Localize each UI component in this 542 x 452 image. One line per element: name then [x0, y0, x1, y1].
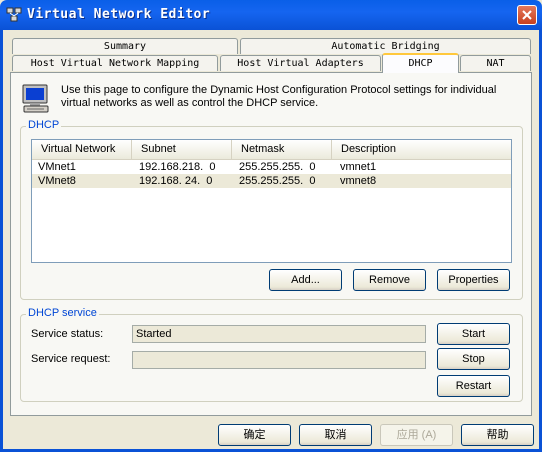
- tab-nat[interactable]: NAT: [460, 55, 531, 71]
- apply-button[interactable]: 应用 (A): [380, 424, 453, 446]
- tab-summary[interactable]: Summary: [12, 38, 238, 54]
- tab-label: Host Virtual Network Mapping: [30, 58, 200, 69]
- remove-button[interactable]: Remove: [353, 269, 426, 291]
- help-button[interactable]: 帮助: [461, 424, 534, 446]
- cell-subnet: 192.168.218. 0: [139, 161, 216, 173]
- info-text: Use this page to configure the Dynamic H…: [61, 84, 497, 109]
- tab-label: DHCP: [408, 58, 433, 69]
- window-title: Virtual Network Editor: [27, 7, 211, 22]
- column-virtual-network[interactable]: Virtual Network: [32, 140, 132, 159]
- cell-netmask: 255.255.255. 0: [239, 161, 316, 173]
- tab-automatic-bridging[interactable]: Automatic Bridging: [240, 38, 531, 54]
- service-status-field: Started: [132, 325, 426, 343]
- dhcp-group-label: DHCP: [26, 119, 62, 131]
- cell-description: vmnet8: [340, 175, 377, 187]
- dhcp-list-header: Virtual Network Subnet Netmask Descripti…: [32, 140, 511, 160]
- service-request-field: [132, 351, 426, 369]
- computer-icon: [20, 83, 52, 115]
- cancel-button[interactable]: 取消: [299, 424, 372, 446]
- cell-virtual-network: VMnet1: [38, 161, 76, 173]
- close-icon: [522, 10, 532, 20]
- cell-subnet: 192.168. 24. 0: [139, 175, 213, 187]
- tab-host-virtual-network-mapping[interactable]: Host Virtual Network Mapping: [12, 55, 218, 71]
- cell-netmask: 255.255.255. 0: [239, 175, 316, 187]
- service-status-label: Service status:: [31, 328, 104, 340]
- tab-label: Automatic Bridging: [331, 41, 440, 52]
- add-button[interactable]: Add...: [269, 269, 342, 291]
- tab-label: Host Virtual Adapters: [237, 58, 364, 69]
- close-button[interactable]: [517, 5, 537, 25]
- column-subnet[interactable]: Subnet: [132, 140, 232, 159]
- stop-button[interactable]: Stop: [437, 348, 510, 370]
- cell-description: vmnet1: [340, 161, 377, 173]
- tab-dhcp[interactable]: DHCP: [382, 53, 459, 73]
- tab-host-virtual-adapters[interactable]: Host Virtual Adapters: [220, 55, 381, 71]
- properties-button[interactable]: Properties: [437, 269, 510, 291]
- tab-label: NAT: [486, 58, 505, 69]
- table-row[interactable]: VMnet8 192.168. 24. 0 255.255.255. 0 vmn…: [32, 174, 511, 188]
- column-description[interactable]: Description: [332, 140, 511, 159]
- service-request-label: Service request:: [31, 353, 111, 365]
- restart-button[interactable]: Restart: [437, 375, 510, 397]
- dhcp-list[interactable]: Virtual Network Subnet Netmask Descripti…: [31, 139, 512, 263]
- column-netmask[interactable]: Netmask: [232, 140, 332, 159]
- tab-label: Summary: [103, 41, 147, 52]
- dhcp-service-group-label: DHCP service: [26, 307, 99, 319]
- network-icon: [6, 7, 22, 23]
- ok-button[interactable]: 确定: [218, 424, 291, 446]
- cell-virtual-network: VMnet8: [38, 175, 76, 187]
- table-row[interactable]: VMnet1 192.168.218. 0 255.255.255. 0 vmn…: [32, 160, 511, 174]
- title-bar: Virtual Network Editor: [0, 0, 542, 30]
- start-button[interactable]: Start: [437, 323, 510, 345]
